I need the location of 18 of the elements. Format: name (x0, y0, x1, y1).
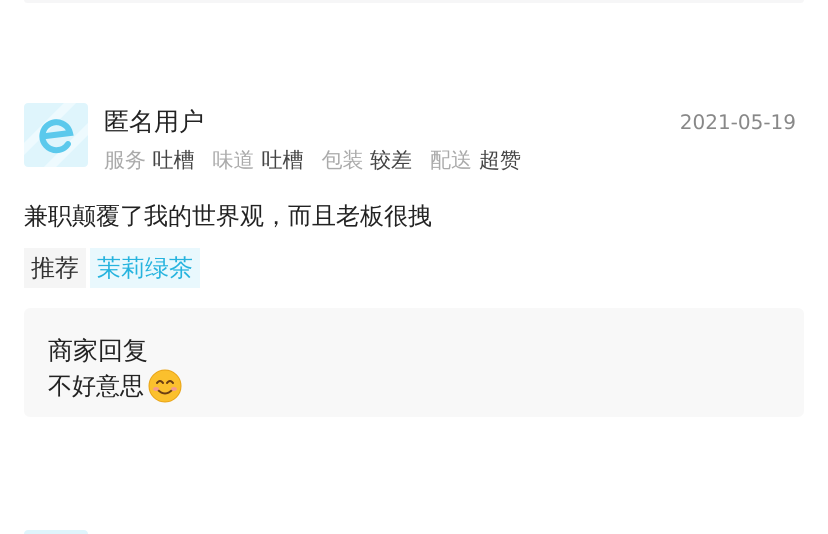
rating-value: 较差 (370, 148, 412, 172)
rating-value: 超赞 (478, 148, 521, 172)
rating-label: 配送 (430, 148, 472, 172)
rating-label: 味道 (212, 148, 255, 172)
user-name: 匿名用户 (104, 106, 204, 138)
avatar-icon (24, 530, 88, 534)
rating-label: 包装 (321, 148, 364, 172)
rating-value: 吐槽 (261, 148, 304, 172)
reply-text: 不好意思 (48, 371, 144, 402)
smiley-icon (148, 369, 182, 403)
review-text: 兼职颠覆了我的世界观，而且老板很拽 (24, 201, 433, 232)
review-date: 2021-05-19 (680, 110, 796, 134)
avatar-icon (24, 103, 88, 167)
rating-value: 吐槽 (152, 148, 195, 172)
tag-label: 推荐 (24, 248, 86, 288)
rating-label: 服务 (104, 148, 146, 172)
dish-tag[interactable]: 茉莉绿茶 (90, 248, 200, 288)
reply-title: 商家回复 (48, 335, 149, 367)
